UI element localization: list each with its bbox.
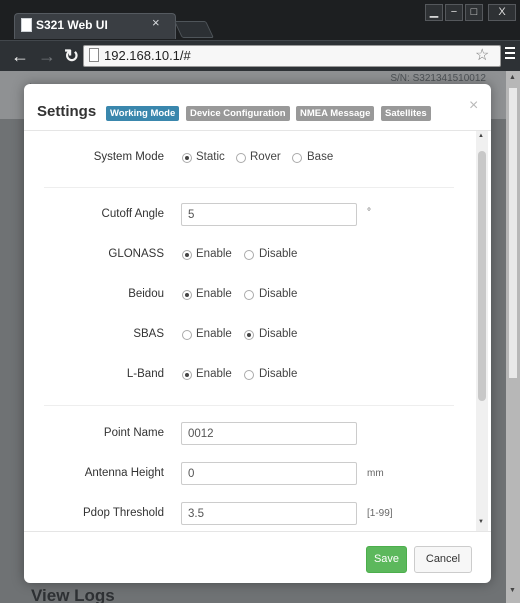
scroll-up-icon[interactable]: ▲ <box>478 133 484 139</box>
modal-footer: Save Cancel <box>24 531 491 583</box>
window-minimize-button[interactable]: − <box>445 4 463 21</box>
cutoff-angle-label: Cutoff Angle <box>101 208 164 220</box>
antenna-height-label: Antenna Height <box>84 467 164 479</box>
cutoff-angle-value: 5 <box>188 209 195 221</box>
bookmark-star-icon[interactable]: ☆ <box>475 45 489 65</box>
back-arrow-icon[interactable]: ← <box>11 46 29 67</box>
close-icon[interactable]: × <box>469 97 478 115</box>
beidou-label: Beidou <box>128 288 164 300</box>
reload-icon[interactable]: ↻ <box>64 46 79 67</box>
sbas-enable-radio[interactable] <box>182 330 192 340</box>
modal-scrollbar[interactable]: ▲ ▼ <box>476 131 488 531</box>
beidou-disable-radio[interactable] <box>244 290 254 300</box>
beidou-enable-label[interactable]: Enable <box>196 288 232 300</box>
page-icon <box>89 48 99 62</box>
modal-scrollbar-thumb[interactable] <box>478 151 486 401</box>
tab-title[interactable]: S321 Web UI <box>36 18 108 32</box>
new-tab-button[interactable] <box>174 21 214 38</box>
antenna-height-input[interactable]: 0 <box>181 462 357 485</box>
sbas-disable-radio[interactable] <box>244 330 254 340</box>
settings-modal: Settings Working Mode Device Configurati… <box>24 84 491 583</box>
point-name-value: 0012 <box>188 428 214 440</box>
pdop-threshold-value: 3.5 <box>188 508 204 520</box>
cutoff-angle-unit: ° <box>367 207 371 218</box>
point-name-input[interactable]: 0012 <box>181 422 357 445</box>
scroll-up-icon[interactable]: ▲ <box>509 74 516 81</box>
system-mode-static-label[interactable]: Static <box>196 151 225 163</box>
scroll-down-icon[interactable]: ▼ <box>478 519 484 525</box>
system-mode-base-label[interactable]: Base <box>307 151 333 163</box>
pdop-threshold-label: Pdop Threshold <box>83 507 164 519</box>
beidou-disable-label[interactable]: Disable <box>259 288 297 300</box>
lband-enable-radio[interactable] <box>182 370 192 380</box>
page-scrollbar[interactable]: ▲ ▼ <box>506 71 520 603</box>
antenna-height-unit: mm <box>367 468 384 479</box>
lband-disable-label[interactable]: Disable <box>259 368 297 380</box>
forward-arrow-icon[interactable]: → <box>38 46 56 67</box>
cutoff-angle-input[interactable]: 5 <box>181 203 357 226</box>
window-minimize-icon[interactable]: ▁ <box>425 4 443 21</box>
view-logs-heading: View Logs <box>31 586 115 603</box>
sbas-label: SBAS <box>133 328 164 340</box>
system-mode-static-radio[interactable] <box>182 153 192 163</box>
point-name-label: Point Name <box>103 427 164 439</box>
glonass-disable-radio[interactable] <box>244 250 254 260</box>
system-mode-rover-label[interactable]: Rover <box>250 151 281 163</box>
pdop-threshold-unit: [1-99] <box>367 508 393 519</box>
scroll-down-icon[interactable]: ▼ <box>509 587 516 594</box>
glonass-enable-radio[interactable] <box>182 250 192 260</box>
divider <box>44 405 454 406</box>
glonass-enable-label[interactable]: Enable <box>196 248 232 260</box>
cancel-button[interactable]: Cancel <box>414 546 472 573</box>
tab-close-icon[interactable]: × <box>152 15 160 30</box>
lband-label: L-Band <box>126 368 164 380</box>
tab-device-configuration[interactable]: Device Configuration <box>186 106 290 121</box>
system-mode-base-radio[interactable] <box>292 153 302 163</box>
menu-icon[interactable] <box>505 47 515 59</box>
antenna-height-value: 0 <box>188 468 195 480</box>
tab-nmea-message[interactable]: NMEA Message <box>296 106 375 121</box>
serial-number: S/N: S321341510012 <box>390 73 486 84</box>
system-mode-label: System Mode <box>93 151 164 163</box>
window-titlebar: S321 Web UI × ▁ − □ X <box>0 0 520 40</box>
glonass-disable-label[interactable]: Disable <box>259 248 297 260</box>
tab-satellites[interactable]: Satellites <box>381 106 431 121</box>
window-close-button[interactable]: X <box>488 4 516 21</box>
sbas-enable-label[interactable]: Enable <box>196 328 232 340</box>
modal-body: System Mode Static Rover Base Cutoff Ang… <box>24 131 491 531</box>
tab-working-mode[interactable]: Working Mode <box>106 106 180 121</box>
url-text[interactable]: 192.168.10.1/# <box>104 48 191 63</box>
lband-enable-label[interactable]: Enable <box>196 368 232 380</box>
save-button[interactable]: Save <box>366 546 407 573</box>
page-scrollbar-thumb[interactable] <box>509 88 517 378</box>
system-mode-rover-radio[interactable] <box>236 153 246 163</box>
glonass-label: GLONASS <box>108 248 164 260</box>
modal-header: Settings Working Mode Device Configurati… <box>24 84 491 131</box>
beidou-enable-radio[interactable] <box>182 290 192 300</box>
divider <box>44 187 454 188</box>
lband-disable-radio[interactable] <box>244 370 254 380</box>
window-maximize-button[interactable]: □ <box>465 4 483 21</box>
page-icon <box>21 18 32 32</box>
modal-title: Settings <box>37 103 97 120</box>
pdop-threshold-input[interactable]: 3.5 <box>181 502 357 525</box>
sbas-disable-label[interactable]: Disable <box>259 328 297 340</box>
page-viewport: ◆ ▬▬▬ S/N: S321341510012 View Logs ▲ ▼ S… <box>0 71 520 603</box>
